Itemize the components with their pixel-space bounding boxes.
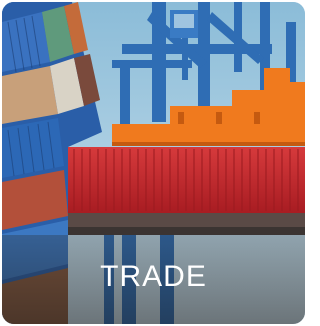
tile-caption: TRADE [100, 260, 207, 293]
trade-tile[interactable]: TRADE [2, 2, 305, 324]
